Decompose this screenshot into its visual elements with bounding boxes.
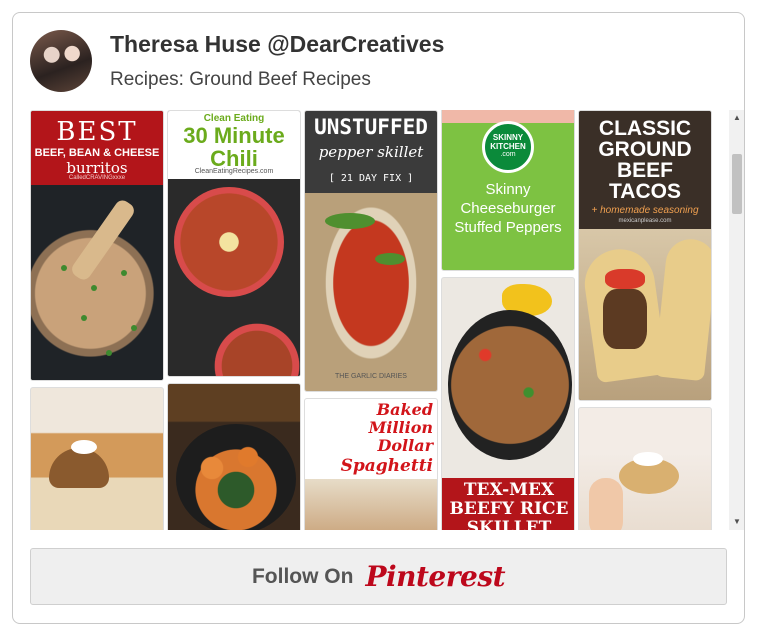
pin-banner: CLASSIC GROUND BEEF TACOS + homemade sea… [579, 111, 711, 229]
scroll-thumb[interactable] [732, 154, 742, 214]
pin-banner: UNSTUFFED pepper skillet [ 21 DAY FIX ] [305, 111, 437, 193]
follow-button[interactable]: Follow On Pinterest [30, 548, 727, 605]
follow-label: Follow On [251, 564, 354, 588]
pin-photo [579, 229, 711, 400]
pin-baked-spaghetti[interactable]: Baked Million Dollar Spaghetti [304, 398, 438, 530]
pin-skinny-cheeseburger[interactable]: SKINNY KITCHEN .com Skinny Cheeseburger … [441, 110, 575, 271]
pin-photo [31, 185, 163, 380]
pin-unstuffed-skillet[interactable]: UNSTUFFED pepper skillet [ 21 DAY FIX ] … [304, 110, 438, 392]
profile-name[interactable]: Theresa Huse @DearCreatives [110, 31, 444, 58]
pin-photo [168, 179, 300, 376]
pinterest-logo: Pinterest [365, 560, 506, 593]
pin-nachos[interactable] [578, 407, 712, 530]
scroll-up-icon[interactable]: ▲ [733, 114, 741, 122]
pin-banner: Clean Eating 30 Minute Chili CleanEating… [168, 111, 300, 179]
avatar[interactable] [30, 30, 92, 92]
pin-taco-cups[interactable] [30, 387, 164, 530]
scroll-down-icon[interactable]: ▼ [733, 518, 741, 526]
skinny-kitchen-logo: SKINNY KITCHEN .com [482, 121, 534, 173]
grid-scrollbar[interactable]: ▲ ▼ [729, 110, 744, 530]
pin-chili[interactable]: Clean Eating 30 Minute Chili CleanEating… [167, 110, 301, 377]
pin-banner: BEST BEEF, BEAN & CHEESE burritos Called… [31, 111, 163, 185]
pin-burritos[interactable]: BEST BEEF, BEAN & CHEESE burritos Called… [30, 110, 164, 381]
board-title[interactable]: Recipes: Ground Beef Recipes [110, 69, 371, 91]
pin-photo: THE GARLIC DIARIES [305, 193, 437, 391]
pin-tex-mex-skillet[interactable]: TEX-MEX BEEFY RICE SKILLET [441, 277, 575, 530]
pinterest-board-widget: Theresa Huse @DearCreatives Recipes: Gro… [12, 12, 745, 624]
pin-classic-tacos[interactable]: CLASSIC GROUND BEEF TACOS + homemade sea… [578, 110, 712, 401]
pin-banner: TEX-MEX BEEFY RICE SKILLET [442, 478, 574, 530]
pin-sweet-potato[interactable] [167, 383, 301, 530]
pin-grid: BEST BEEF, BEAN & CHEESE burritos Called… [30, 110, 730, 530]
